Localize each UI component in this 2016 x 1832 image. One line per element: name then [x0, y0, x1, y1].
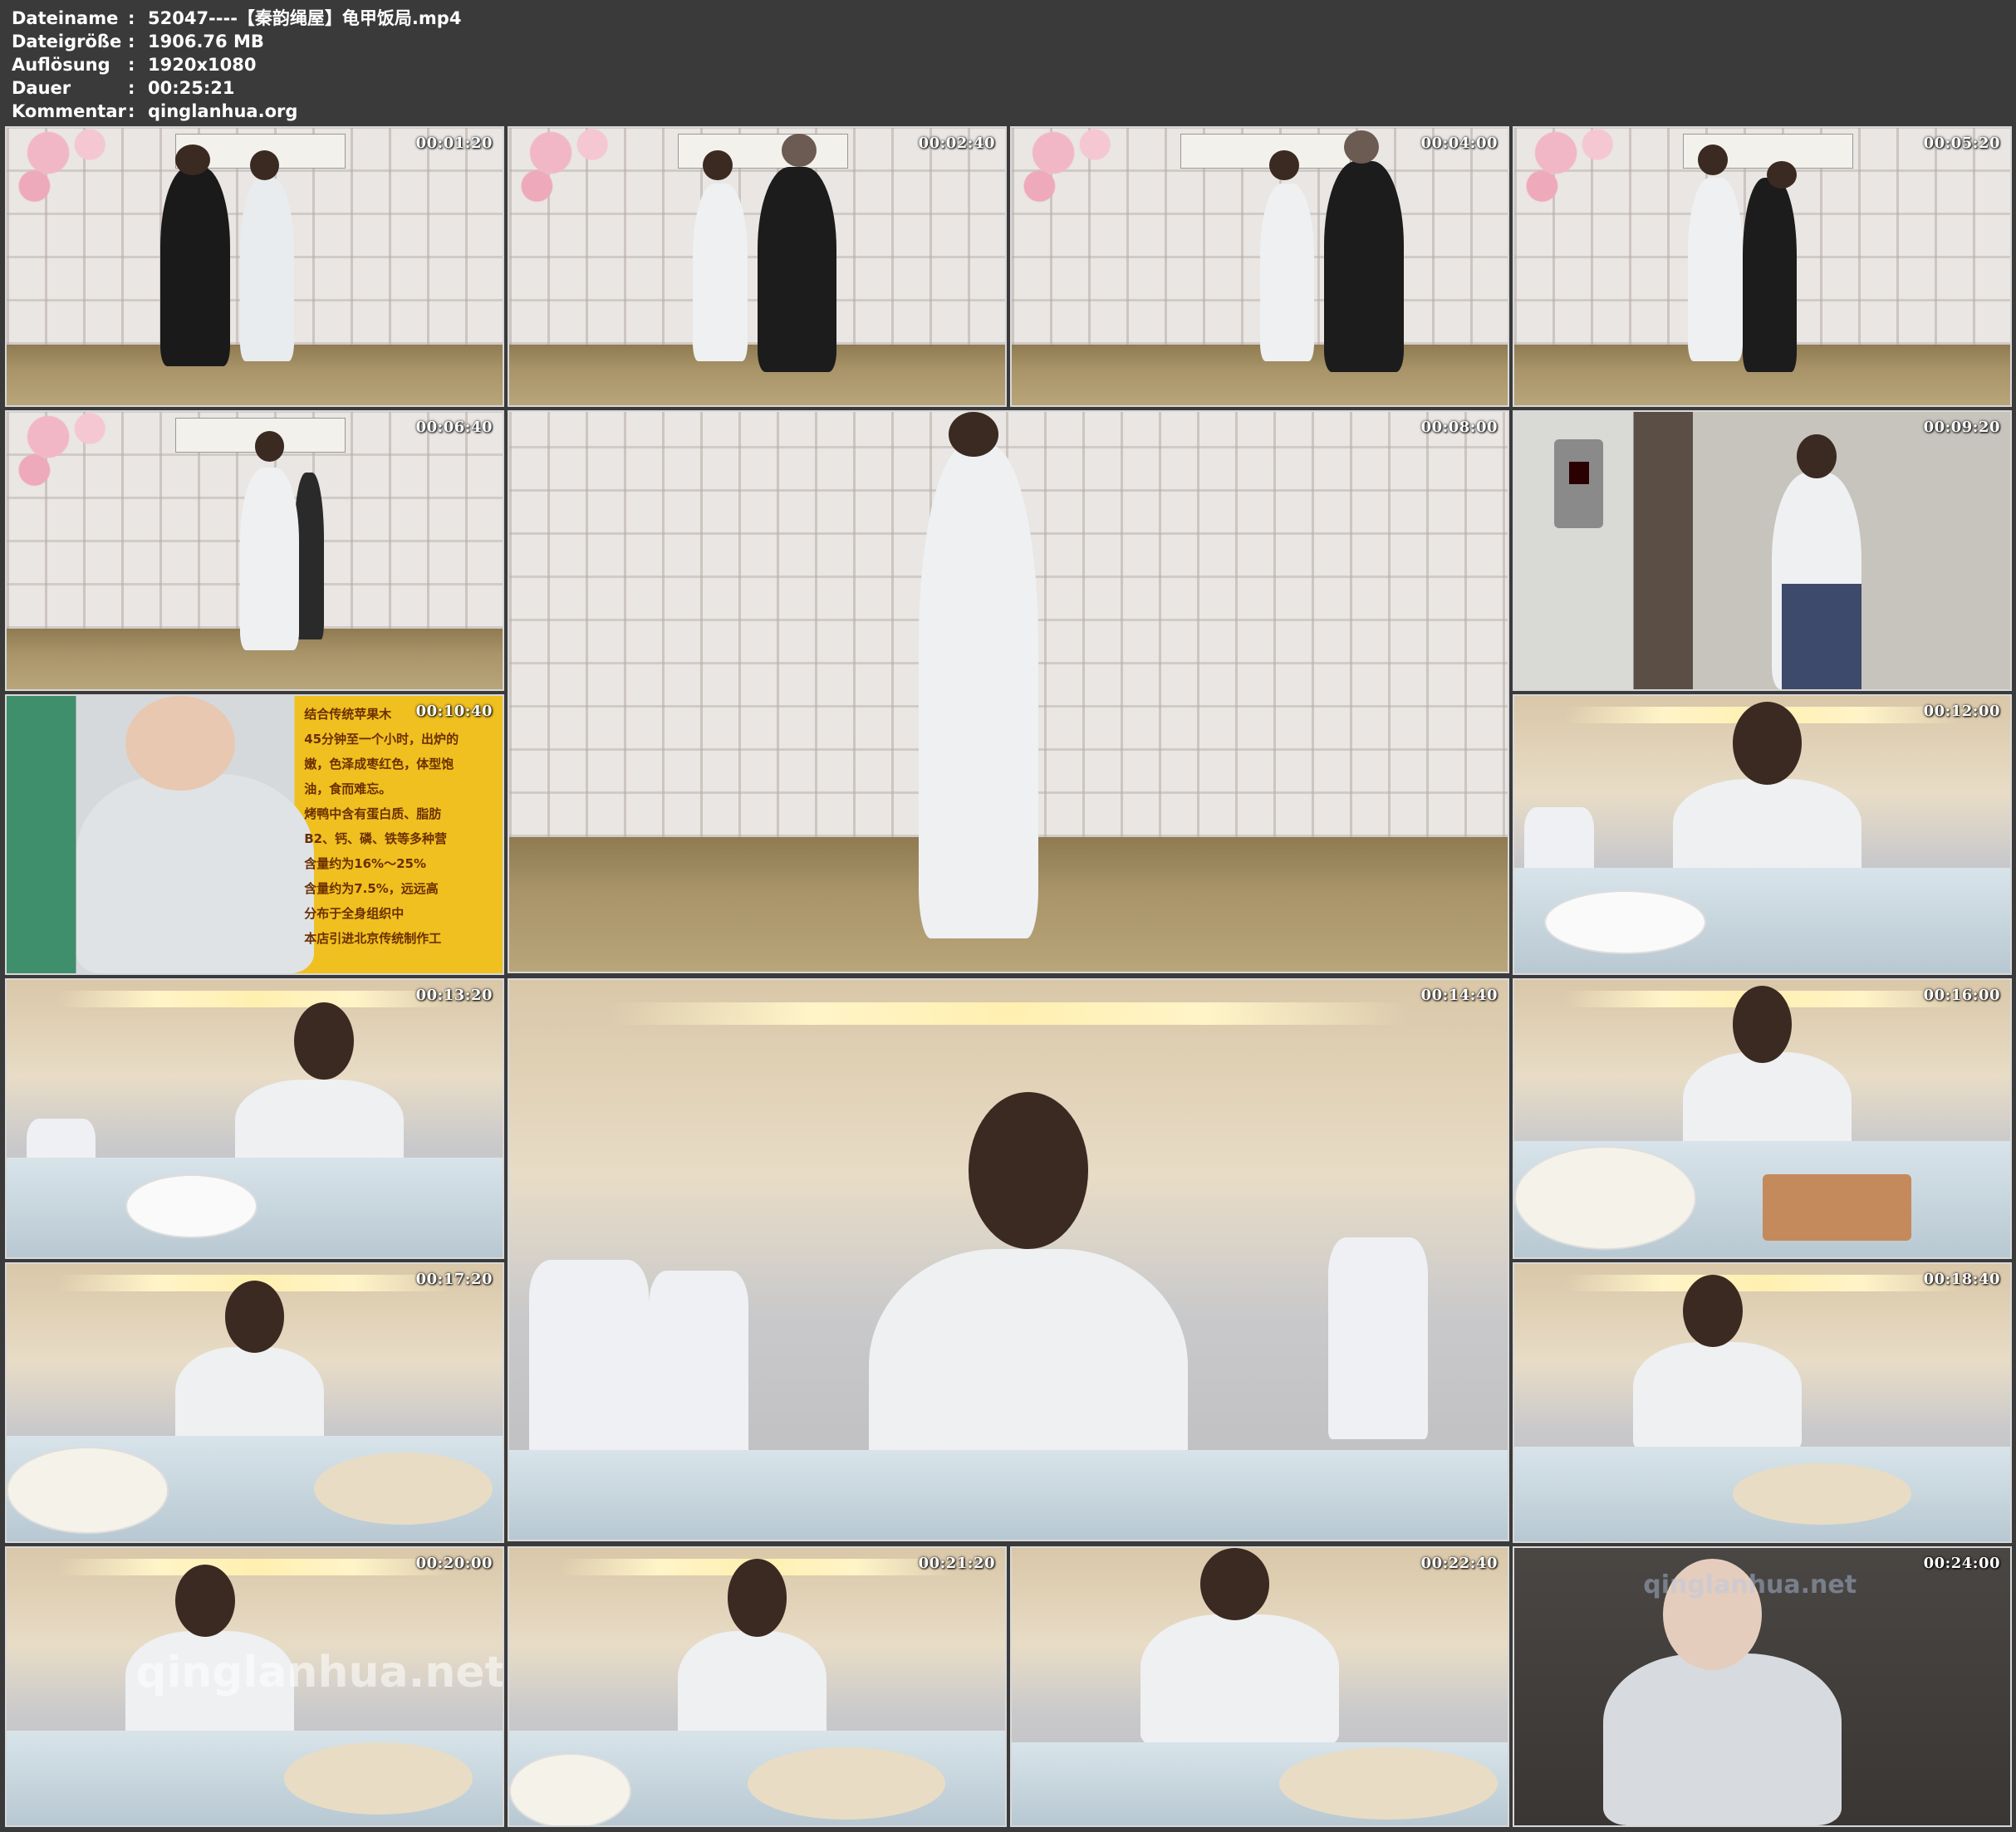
- timestamp: 00:09:20: [1923, 419, 2000, 436]
- scene-restaurant: [7, 980, 503, 1257]
- thumbnail-tile[interactable]: 00:13:20: [5, 978, 504, 1259]
- scene-studio: [7, 128, 503, 405]
- scene-restaurant: [7, 1264, 503, 1541]
- scene-restaurant: [1514, 980, 2010, 1257]
- thumbnail-tile[interactable]: 00:17:20: [5, 1262, 504, 1543]
- timestamp: 00:21:20: [918, 1555, 995, 1572]
- timestamp: 00:06:40: [415, 419, 493, 436]
- thumbnail-tile[interactable]: 00:01:20: [5, 126, 504, 407]
- watermark: qinglanhua.net: [135, 1648, 504, 1698]
- timestamp: 00:01:20: [415, 135, 493, 152]
- scene-studio: [509, 128, 1005, 405]
- timestamp: 00:17:20: [415, 1271, 493, 1288]
- thumbnail-tile[interactable]: 00:06:40: [5, 410, 504, 691]
- timestamp: 00:18:40: [1923, 1271, 2000, 1288]
- watermark: qinglanhua.net: [1643, 1570, 1857, 1599]
- timestamp: 00:10:40: [415, 703, 493, 720]
- scene-studio: [1514, 128, 2010, 405]
- thumbnail-tile[interactable]: 00:12:00: [1513, 694, 2012, 975]
- scene-restaurant: [1514, 1264, 2010, 1541]
- timestamp: 00:08:00: [1420, 419, 1498, 436]
- timestamp: 00:04:00: [1420, 135, 1498, 152]
- scene-studio: [7, 412, 503, 689]
- timestamp: 00:13:20: [415, 987, 493, 1004]
- thumbnail-tile[interactable]: qinglanhua.net 00:20:00: [5, 1546, 504, 1827]
- thumbnail-tile[interactable]: 00:02:40: [508, 126, 1007, 407]
- scene-sign: 结合传统苹果木 45分钟至一个小时，出炉的 嫩，色泽成枣红色，体型饱 油，食而难…: [7, 696, 503, 973]
- scene-restaurant-large: [509, 980, 1508, 1540]
- scene-restaurant: [509, 1548, 1005, 1825]
- scene-restaurant: [1012, 1548, 1508, 1825]
- thumbnail-tile[interactable]: 00:16:00: [1513, 978, 2012, 1259]
- thumbnail-tile[interactable]: 00:21:20: [508, 1546, 1007, 1827]
- thumbnail-grid: 00:01:20 00:02:40 00:04:00 00:05:20 00:0…: [0, 0, 2016, 1832]
- thumbnail-tile-large[interactable]: 00:14:40: [508, 978, 1509, 1541]
- thumbnail-tile[interactable]: 00:05:20: [1513, 126, 2012, 407]
- thumbnail-tile[interactable]: 00:04:00: [1010, 126, 1509, 407]
- timestamp: 00:12:00: [1923, 703, 2000, 720]
- thumbnail-tile[interactable]: 结合传统苹果木 45分钟至一个小时，出炉的 嫩，色泽成枣红色，体型饱 油，食而难…: [5, 694, 504, 975]
- scene-studio-large: [509, 412, 1508, 972]
- scene-studio: [1012, 128, 1508, 405]
- timestamp: 00:24:00: [1923, 1555, 2000, 1572]
- timestamp: 00:20:00: [415, 1555, 493, 1572]
- timestamp: 00:16:00: [1923, 987, 2000, 1004]
- scene-restaurant: [1514, 696, 2010, 973]
- timestamp: 00:14:40: [1420, 987, 1498, 1004]
- sign-text: 结合传统苹果木 45分钟至一个小时，出炉的 嫩，色泽成枣红色，体型饱 油，食而难…: [304, 706, 459, 946]
- timestamp: 00:05:20: [1923, 135, 2000, 152]
- thumbnail-tile[interactable]: 00:18:40: [1513, 1262, 2012, 1543]
- thumbnail-tile-large[interactable]: 00:08:00: [508, 410, 1509, 973]
- scene-elevator: [1514, 412, 2010, 689]
- thumbnail-tile[interactable]: qinglanhua.net 00:24:00: [1513, 1546, 2012, 1827]
- timestamp: 00:22:40: [1420, 1555, 1498, 1572]
- thumbnail-tile[interactable]: 00:09:20: [1513, 410, 2012, 691]
- thumbnail-tile[interactable]: 00:22:40: [1010, 1546, 1509, 1827]
- timestamp: 00:02:40: [918, 135, 995, 152]
